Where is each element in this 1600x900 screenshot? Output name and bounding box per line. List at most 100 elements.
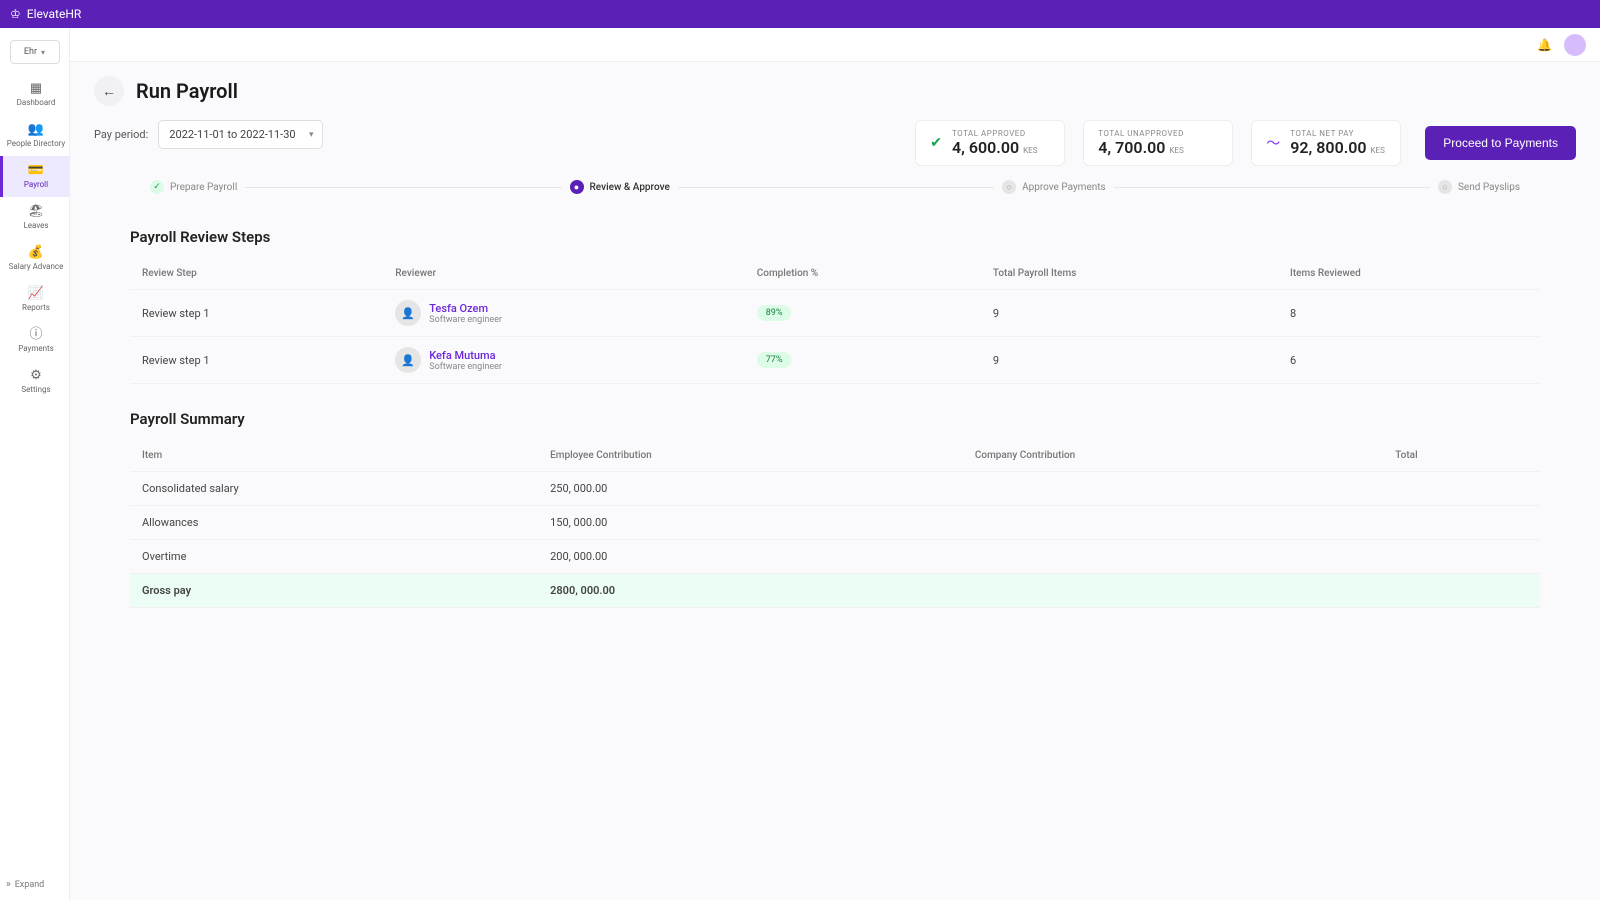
nav-label: Payroll xyxy=(24,180,48,189)
items-reviewed-cell: 6 xyxy=(1278,337,1540,384)
step-prepare-payroll[interactable]: ✓Prepare Payroll xyxy=(150,180,237,194)
summary-th: Total xyxy=(1383,440,1540,472)
nav-label: Dashboard xyxy=(17,98,56,107)
controls-row: Pay period: 2022-11-01 to 2022-11-30 ✔TO… xyxy=(70,112,1600,170)
sidebar-expand-label: Expand xyxy=(15,880,45,890)
sidebar-item-dashboard[interactable]: ▦ Dashboard xyxy=(0,74,69,115)
review-th: Completion % xyxy=(745,258,981,290)
sidebar-item-reports[interactable]: 📈Reports xyxy=(0,279,69,320)
summary-item-cell: Allowances xyxy=(130,506,538,540)
step-line xyxy=(245,187,561,188)
kpi-icon: ✔ xyxy=(930,135,942,151)
step-label: Send Payslips xyxy=(1458,182,1520,193)
summary-item-cell: Consolidated salary xyxy=(130,472,538,506)
app-logo-icon: ♔ xyxy=(10,7,21,21)
completion-cell: 89% xyxy=(745,290,981,337)
avatar-icon: 👤 xyxy=(395,347,421,373)
summary-section-title: Payroll Summary xyxy=(130,410,1540,428)
reviewer-role: Software engineer xyxy=(429,362,502,372)
sidebar-item-payments[interactable]: ⓘPayments xyxy=(0,320,69,361)
nav-icon: ▦ xyxy=(30,82,42,95)
main: 🔔 ← Run Payroll Pay period: 2022-11-01 t… xyxy=(70,28,1600,900)
page-header: ← Run Payroll xyxy=(70,62,1600,112)
table-row: Allowances150, 000.00 xyxy=(130,506,1540,540)
org-switcher[interactable]: Ehr ▾ xyxy=(10,40,60,64)
nav-icon: 💰 xyxy=(28,246,44,259)
review-table: Review StepReviewerCompletion %Total Pay… xyxy=(130,258,1540,384)
pay-period-value: 2022-11-01 to 2022-11-30 xyxy=(169,128,295,141)
summary-emp-cell: 200, 000.00 xyxy=(538,540,963,574)
reviewer-name: Kefa Mutuma xyxy=(429,349,502,362)
pay-period: Pay period: 2022-11-01 to 2022-11-30 xyxy=(94,120,323,149)
user-avatar[interactable] xyxy=(1564,34,1586,56)
kpi-currency: KES xyxy=(1169,146,1183,155)
completion-cell: 77% xyxy=(745,337,981,384)
step-bullet-icon: ○ xyxy=(1002,180,1016,194)
nav-icon: 👥 xyxy=(28,123,44,136)
step-label: Review & Approve xyxy=(590,182,670,193)
sidebar-item-salary-advance[interactable]: 💰Salary Advance xyxy=(0,238,69,279)
summary-comp-cell xyxy=(963,472,1383,506)
summary-item-cell: Overtime xyxy=(130,540,538,574)
titlebar: ♔ ElevateHR xyxy=(0,0,1600,28)
kpi-currency: KES xyxy=(1371,146,1385,155)
summary-table: ItemEmployee ContributionCompany Contrib… xyxy=(130,440,1540,608)
reviewer-cell: 👤 Kefa MutumaSoftware engineer xyxy=(383,337,745,384)
kpi-card: ✔TOTAL APPROVED4, 600.00 KES xyxy=(915,120,1065,166)
review-th: Review Step xyxy=(130,258,383,290)
table-row[interactable]: Review step 1👤Tesfa OzemSoftware enginee… xyxy=(130,290,1540,337)
summary-total-cell xyxy=(1383,574,1540,608)
table-row: Overtime200, 000.00 xyxy=(130,540,1540,574)
step-approve-payments[interactable]: ○Approve Payments xyxy=(1002,180,1106,194)
step-bullet-icon: ● xyxy=(570,180,584,194)
kpi-value: 92, 800.00 KES xyxy=(1290,138,1385,157)
review-th: Total Payroll Items xyxy=(981,258,1278,290)
step-bullet-icon: ○ xyxy=(1438,180,1452,194)
table-row: Consolidated salary250, 000.00 xyxy=(130,472,1540,506)
step-label: Prepare Payroll xyxy=(170,182,237,193)
review-th: Items Reviewed xyxy=(1278,258,1540,290)
bell-icon[interactable]: 🔔 xyxy=(1537,38,1552,52)
total-items-cell: 9 xyxy=(981,337,1278,384)
topbar: 🔔 xyxy=(70,28,1600,62)
kpi-icon: 〜 xyxy=(1266,133,1280,153)
sidebar: Ehr ▾ ▦ Dashboard 👥People Directory 💳 Payrol… xyxy=(0,28,70,900)
kpi-card: 〜TOTAL NET PAY92, 800.00 KES xyxy=(1251,120,1401,166)
step-send-payslips[interactable]: ○ Send Payslips xyxy=(1438,180,1520,194)
back-button[interactable]: ← xyxy=(94,76,124,106)
pay-period-select[interactable]: 2022-11-01 to 2022-11-30 xyxy=(158,120,322,149)
avatar-icon: 👤 xyxy=(395,300,421,326)
proceed-button[interactable]: Proceed to Payments xyxy=(1425,126,1576,160)
summary-total-cell xyxy=(1383,506,1540,540)
kpi-label: TOTAL UNAPPROVED xyxy=(1098,129,1184,138)
completion-pill: 77% xyxy=(757,352,792,368)
review-step-cell: Review step 1 xyxy=(130,337,383,384)
step-review-approve[interactable]: ● Review & Approve xyxy=(570,180,670,194)
page-title: Run Payroll xyxy=(136,79,238,103)
kpi-currency: KES xyxy=(1023,146,1037,155)
kpi-value: 4, 600.00 KES xyxy=(952,138,1037,157)
sidebar-item-leaves[interactable]: 🏖Leaves xyxy=(0,197,69,238)
nav-icon: ⓘ xyxy=(29,328,42,341)
sidebar-item-settings[interactable]: ⚙Settings xyxy=(0,361,69,402)
nav-icon: 💳 xyxy=(28,164,44,177)
table-row[interactable]: Review step 1 👤 Kefa MutumaSoftware engine… xyxy=(130,337,1540,384)
chevron-down-icon: ▾ xyxy=(41,48,45,57)
stepper: ✓Prepare Payroll ● Review & Approve ○Approv… xyxy=(70,170,1600,212)
nav-icon: ⚙ xyxy=(30,369,42,382)
reviewer-cell: 👤 Tesfa OzemSoftware engineer xyxy=(383,290,745,337)
kpi-card: TOTAL UNAPPROVED4, 700.00 KES xyxy=(1083,120,1233,166)
reviewer-role: Software engineer xyxy=(429,315,502,325)
summary-emp-cell: 150, 000.00 xyxy=(538,506,963,540)
summary-comp-cell xyxy=(963,540,1383,574)
sidebar-item-people-directory[interactable]: 👥People Directory xyxy=(0,115,69,156)
step-line xyxy=(678,187,994,188)
reviewer-name: Tesfa Ozem xyxy=(429,302,502,315)
proceed-button-label: Proceed to Payments xyxy=(1443,136,1558,150)
sidebar-expand[interactable]: » Expand xyxy=(0,869,69,900)
summary-th: Item xyxy=(130,440,538,472)
sidebar-item-payroll[interactable]: 💳 Payroll xyxy=(0,156,69,197)
summary-emp-cell: 2800, 000.00 xyxy=(538,574,963,608)
table-row: Gross pay2800, 000.00 xyxy=(130,574,1540,608)
review-th: Reviewer xyxy=(383,258,745,290)
